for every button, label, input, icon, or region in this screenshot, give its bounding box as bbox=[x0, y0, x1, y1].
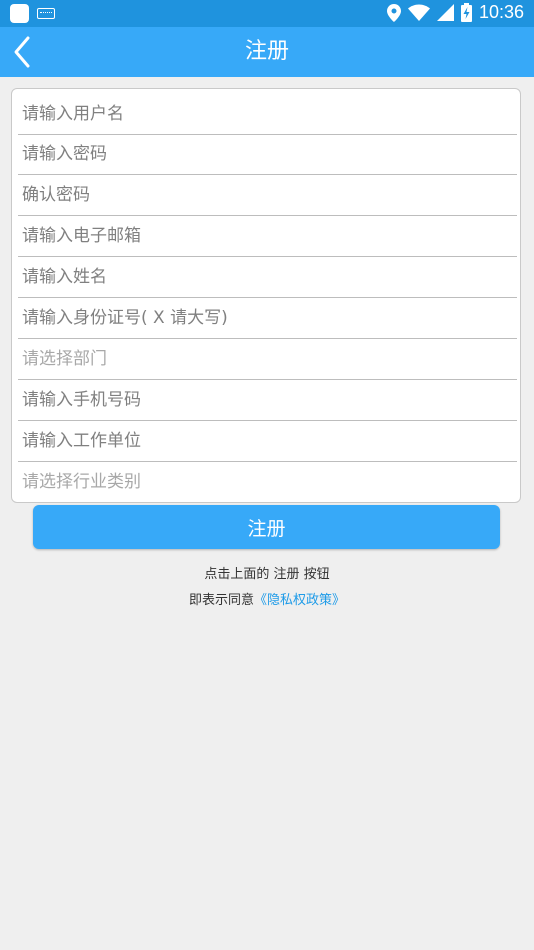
work-unit-row bbox=[18, 422, 517, 462]
status-bar: 10:36 bbox=[0, 0, 534, 27]
id-number-row bbox=[18, 299, 517, 339]
privacy-policy-link[interactable]: 《隐私权政策》 bbox=[254, 593, 345, 608]
department-select[interactable]: 请选择部门 bbox=[22, 340, 107, 378]
registration-form: 请选择部门 请选择行业类别 bbox=[11, 88, 521, 503]
phone-input[interactable] bbox=[22, 381, 512, 419]
name-row bbox=[18, 258, 517, 298]
email-input[interactable] bbox=[22, 217, 512, 255]
id-number-input[interactable] bbox=[22, 299, 512, 337]
app-bar: 注册 bbox=[0, 27, 534, 77]
wifi-icon bbox=[407, 4, 430, 21]
name-input[interactable] bbox=[22, 258, 512, 296]
battery-charging-icon bbox=[460, 3, 472, 22]
clock: 10:36 bbox=[478, 2, 524, 22]
register-button[interactable]: 注册 bbox=[33, 505, 500, 549]
keyboard-icon bbox=[37, 8, 55, 19]
page-title: 注册 bbox=[244, 39, 289, 64]
department-row: 请选择部门 bbox=[18, 340, 517, 380]
username-row bbox=[18, 95, 517, 135]
confirm-password-input[interactable] bbox=[22, 176, 512, 214]
work-unit-input[interactable] bbox=[22, 422, 512, 460]
industry-row: 请选择行业类别 bbox=[18, 463, 517, 503]
industry-select[interactable]: 请选择行业类别 bbox=[22, 463, 141, 501]
confirm-password-row bbox=[18, 176, 517, 216]
password-row bbox=[18, 135, 517, 175]
username-input[interactable] bbox=[22, 95, 512, 133]
location-icon bbox=[386, 3, 401, 22]
agreement-notice-line1: 点击上面的 注册 按钮 bbox=[204, 567, 330, 582]
cell-signal-icon bbox=[436, 4, 454, 21]
password-input[interactable] bbox=[22, 135, 512, 173]
notification-app-icon bbox=[10, 4, 29, 23]
phone-row bbox=[18, 381, 517, 421]
agreement-prefix: 即表示同意 bbox=[188, 593, 254, 608]
agreement-notice-line2: 即表示同意《隐私权政策》 bbox=[0, 589, 534, 608]
email-row bbox=[18, 217, 517, 257]
